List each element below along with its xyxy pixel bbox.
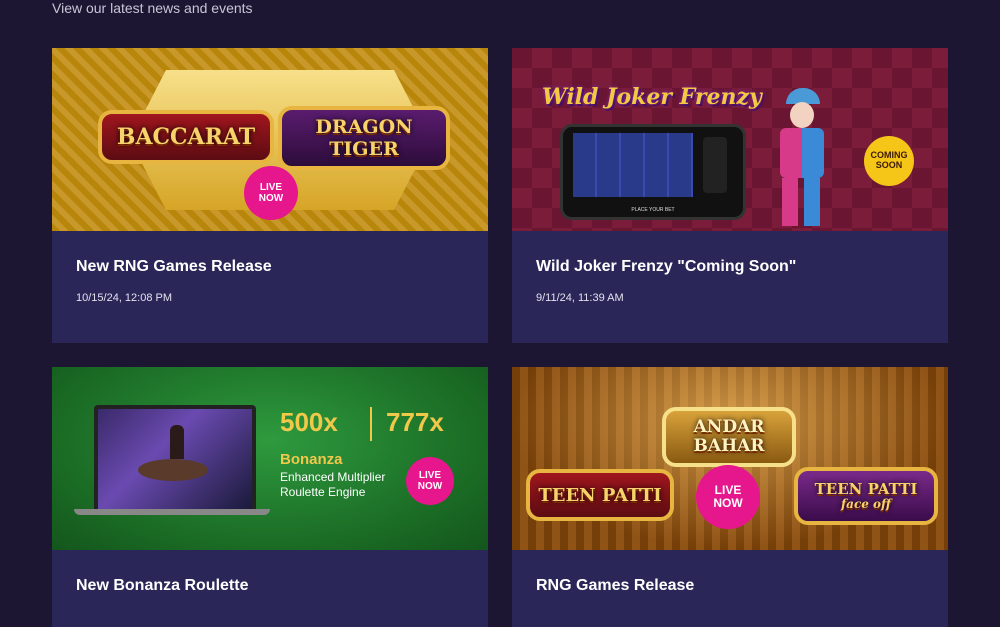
dealer-figure <box>170 425 184 459</box>
live-now-badge: LIVE NOW <box>244 166 298 220</box>
bonanza-name: Bonanza <box>280 451 343 468</box>
teen-patti-plaque: TEEN PATTI <box>526 469 674 521</box>
live-now-badge: LIVE NOW <box>406 457 454 505</box>
laptop-screen <box>94 405 256 513</box>
coming-soon-badge: COMING SOON <box>864 136 914 186</box>
phone-side-controls <box>703 137 727 193</box>
multiplier-500x: 500x <box>280 407 338 437</box>
dragon-tiger-plaque: DRAGON TIGER <box>278 106 450 170</box>
teen-patti-face-off-plaque: TEEN PATTI face off <box>794 467 938 525</box>
face-off-text: face off <box>841 497 891 511</box>
phone-mockup: PLACE YOUR BET <box>560 124 746 220</box>
teen-patti-face-off-logo-text: TEEN PATTI <box>814 480 918 498</box>
teen-patti-logo-text: TEEN PATTI <box>538 484 662 506</box>
andar-bahar-logo-text: ANDAR BAHAR <box>693 417 765 456</box>
card-thumbnail-baccarat-dragon-tiger[interactable]: BACCARAT DRAGON TIGER LIVE NOW <box>52 48 488 231</box>
news-card-bonanza-roulette[interactable]: 500x 777x Bonanza Enhanced Multiplier Ro… <box>52 367 488 627</box>
card-title[interactable]: New Bonanza Roulette <box>76 577 248 595</box>
card-title[interactable]: New RNG Games Release <box>76 258 272 276</box>
card-title[interactable]: Wild Joker Frenzy "Coming Soon" <box>536 258 796 276</box>
card-thumbnail-wild-joker-frenzy[interactable]: Wild Joker Frenzy PLACE YOUR BET COMING … <box>512 48 948 231</box>
card-date: 9/11/24, 11:39 AM <box>536 292 624 304</box>
page-subtitle: View our latest news and events <box>52 0 253 16</box>
baccarat-logo-text: BACCARAT <box>116 124 256 150</box>
multiplier-divider <box>370 407 372 441</box>
slot-reels <box>573 133 693 197</box>
dragon-tiger-logo-text: DRAGON TIGER <box>315 116 413 160</box>
laptop-base <box>74 509 270 515</box>
card-title[interactable]: RNG Games Release <box>536 577 694 595</box>
bonanza-tagline: Enhanced Multiplier Roulette Engine <box>280 470 386 499</box>
live-now-badge: LIVE NOW <box>696 465 760 529</box>
card-thumbnail-bonanza-roulette[interactable]: 500x 777x Bonanza Enhanced Multiplier Ro… <box>52 367 488 550</box>
roulette-table <box>138 459 208 481</box>
phone-bet-bar: PLACE YOUR BET <box>631 207 675 213</box>
baccarat-plaque: BACCARAT <box>98 110 274 164</box>
andar-bahar-plaque: ANDAR BAHAR <box>662 407 796 467</box>
wild-joker-frenzy-logo: Wild Joker Frenzy <box>542 84 762 110</box>
news-card-rng-games-release[interactable]: ANDAR BAHAR TEEN PATTI TEEN PATTI face o… <box>512 367 948 627</box>
multiplier-777x: 777x <box>386 407 444 437</box>
card-thumbnail-andar-bahar-teen-patti[interactable]: ANDAR BAHAR TEEN PATTI TEEN PATTI face o… <box>512 367 948 550</box>
news-card-wild-joker-frenzy[interactable]: Wild Joker Frenzy PLACE YOUR BET COMING … <box>512 48 948 343</box>
news-card-rng-games[interactable]: BACCARAT DRAGON TIGER LIVE NOW New RNG G… <box>52 48 488 343</box>
joker-character <box>766 88 836 228</box>
card-date: 10/15/24, 12:08 PM <box>76 292 173 304</box>
